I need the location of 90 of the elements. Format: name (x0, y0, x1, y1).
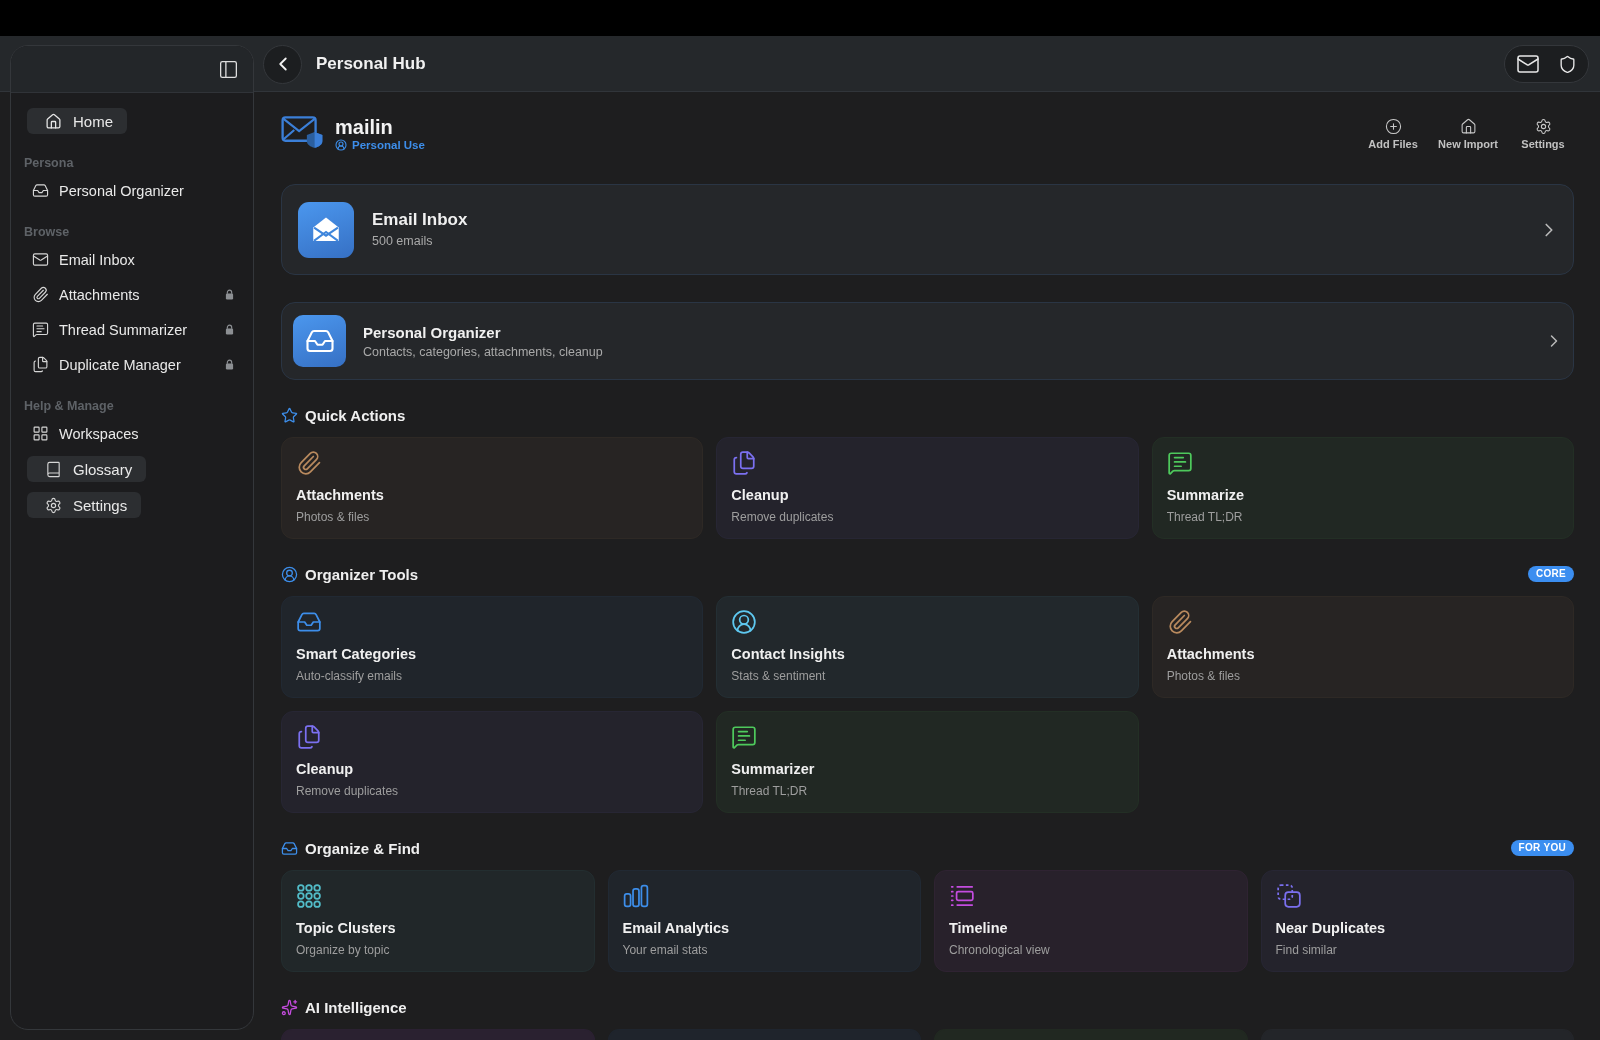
plus-circle-icon (1384, 118, 1402, 135)
feature-title: Personal Organizer (363, 322, 502, 343)
tool-card[interactable]: Email Analytics Your email stats (607, 870, 921, 972)
toolbar-button[interactable]: New Import (1436, 118, 1500, 150)
toolbar-button[interactable]: Add Files (1362, 118, 1425, 150)
feature-subtitle: Contacts, categories, attachments, cleanup (363, 343, 603, 360)
mail-icon[interactable] (1516, 52, 1540, 76)
card-title: Contact Insights (731, 645, 845, 663)
feature-subtitle: 500 emails (372, 233, 434, 249)
settings-icon (1534, 118, 1552, 135)
back-button[interactable] (263, 44, 302, 84)
card-subtitle: Remove duplicates (296, 784, 399, 799)
card-subtitle: Chronological view (949, 943, 1050, 958)
card-subtitle: Remove duplicates (731, 510, 834, 525)
card-subtitle: Stats & sentiment (731, 669, 826, 684)
card-subtitle: Find similar (1275, 943, 1337, 958)
plan-label: Personal Use (352, 138, 425, 152)
tool-card[interactable]: Attachments Photos & files (1151, 596, 1574, 698)
card-subtitle: Photos & files (1166, 669, 1241, 684)
section-title: Organizer Tools (305, 565, 419, 583)
tool-card[interactable]: Smart Categories Auto-classify emails (281, 596, 704, 698)
card-title: Near Duplicates (1275, 919, 1386, 937)
book-icon (45, 460, 62, 478)
sidebar-toggle-icon[interactable] (218, 58, 239, 80)
sidebar-item[interactable]: Thread Summarizer (24, 312, 240, 347)
sidebar-button[interactable]: Settings (27, 492, 142, 518)
user-circle-icon (281, 565, 298, 583)
sidebar-section-label: Persona (24, 155, 74, 171)
user-circle-icon (335, 139, 347, 151)
card-subtitle: Photos & files (296, 510, 370, 525)
section-title: Organize & Find (305, 839, 420, 857)
tool-card[interactable]: Attachments Photos & files (281, 437, 704, 539)
card-subtitle: Thread TL;DR (1166, 510, 1243, 525)
envelope-icon (32, 251, 49, 268)
card-title: Email Analytics (622, 919, 730, 937)
section-title: AI Intelligence (305, 998, 407, 1016)
tool-card[interactable]: Contact Insights Stats & sentiment (716, 596, 1139, 698)
tool-card[interactable]: Near Duplicates Find similar (1260, 870, 1574, 972)
card-title: Cleanup (731, 486, 789, 504)
tool-card[interactable]: Cleanup Remove duplicates (716, 437, 1139, 539)
feature-card[interactable]: Personal Organizer Contacts, categories, attachments, cleanup (281, 302, 1574, 380)
sidebar-item[interactable]: Email Inbox (24, 242, 240, 277)
card-title: Attachments (1166, 645, 1255, 663)
card-title: Summarizer (731, 760, 815, 778)
shield-icon[interactable] (1558, 54, 1577, 74)
star-icon (281, 406, 298, 424)
card-subtitle: Thread TL;DR (731, 784, 808, 799)
card-subtitle: Organize by topic (296, 943, 390, 958)
feature-title: Email Inbox (372, 210, 468, 230)
house-icon (1459, 118, 1477, 135)
card-title: Timeline (949, 919, 1008, 937)
page-title: Personal Hub (316, 54, 426, 74)
card-title: Attachments (296, 486, 384, 504)
inbox-tray-icon (281, 839, 298, 857)
sparkles-icon (281, 998, 298, 1016)
home-button[interactable]: Home (27, 108, 127, 134)
tool-card[interactable]: Cleanup Remove duplicates (281, 711, 704, 813)
sidebar-item[interactable]: Personal Organizer (24, 173, 240, 208)
chat-bubble-icon (32, 321, 49, 338)
open-envelope-icon (298, 201, 354, 258)
tool-card[interactable]: Summarize Thread TL;DR (1151, 437, 1574, 539)
section-badge: CORE (1527, 566, 1574, 582)
grid-icon (32, 425, 49, 442)
sidebar-button[interactable]: Glossary (27, 456, 147, 482)
inbox-tray-icon (293, 315, 346, 367)
inbox-tray-icon (32, 182, 49, 199)
documents-icon (32, 356, 49, 373)
paperclip-icon (32, 286, 49, 303)
card-title: Cleanup (296, 760, 354, 778)
tool-card[interactable]: Summarizer Thread TL;DR (716, 711, 1139, 813)
card-subtitle: Auto-classify emails (296, 669, 403, 684)
card-subtitle: Your email stats (622, 943, 708, 958)
card-title: Smart Categories (296, 645, 417, 663)
section-title: Quick Actions (305, 406, 406, 424)
sidebar-section-label: Browse (24, 224, 70, 240)
toolbar-button[interactable]: Settings (1512, 118, 1574, 150)
section-badge: FOR YOU (1510, 840, 1574, 856)
settings-icon (45, 496, 62, 514)
sidebar-item[interactable]: Workspaces (24, 416, 240, 451)
envelope-shield-icon (281, 116, 324, 148)
home-icon (45, 112, 62, 130)
sidebar-section-label: Help & Manage (24, 398, 114, 414)
sidebar-item[interactable]: Attachments (24, 277, 240, 312)
feature-card[interactable]: Email Inbox 500 emails (281, 184, 1574, 275)
tool-card[interactable]: Timeline Chronological view (934, 870, 1248, 972)
sidebar-item[interactable]: Duplicate Manager (24, 347, 240, 382)
card-title: Summarize (1166, 486, 1245, 504)
card-title: Topic Clusters (296, 919, 396, 937)
tool-card[interactable]: Topic Clusters Organize by topic (281, 870, 595, 972)
app-name: mailin (335, 116, 394, 138)
